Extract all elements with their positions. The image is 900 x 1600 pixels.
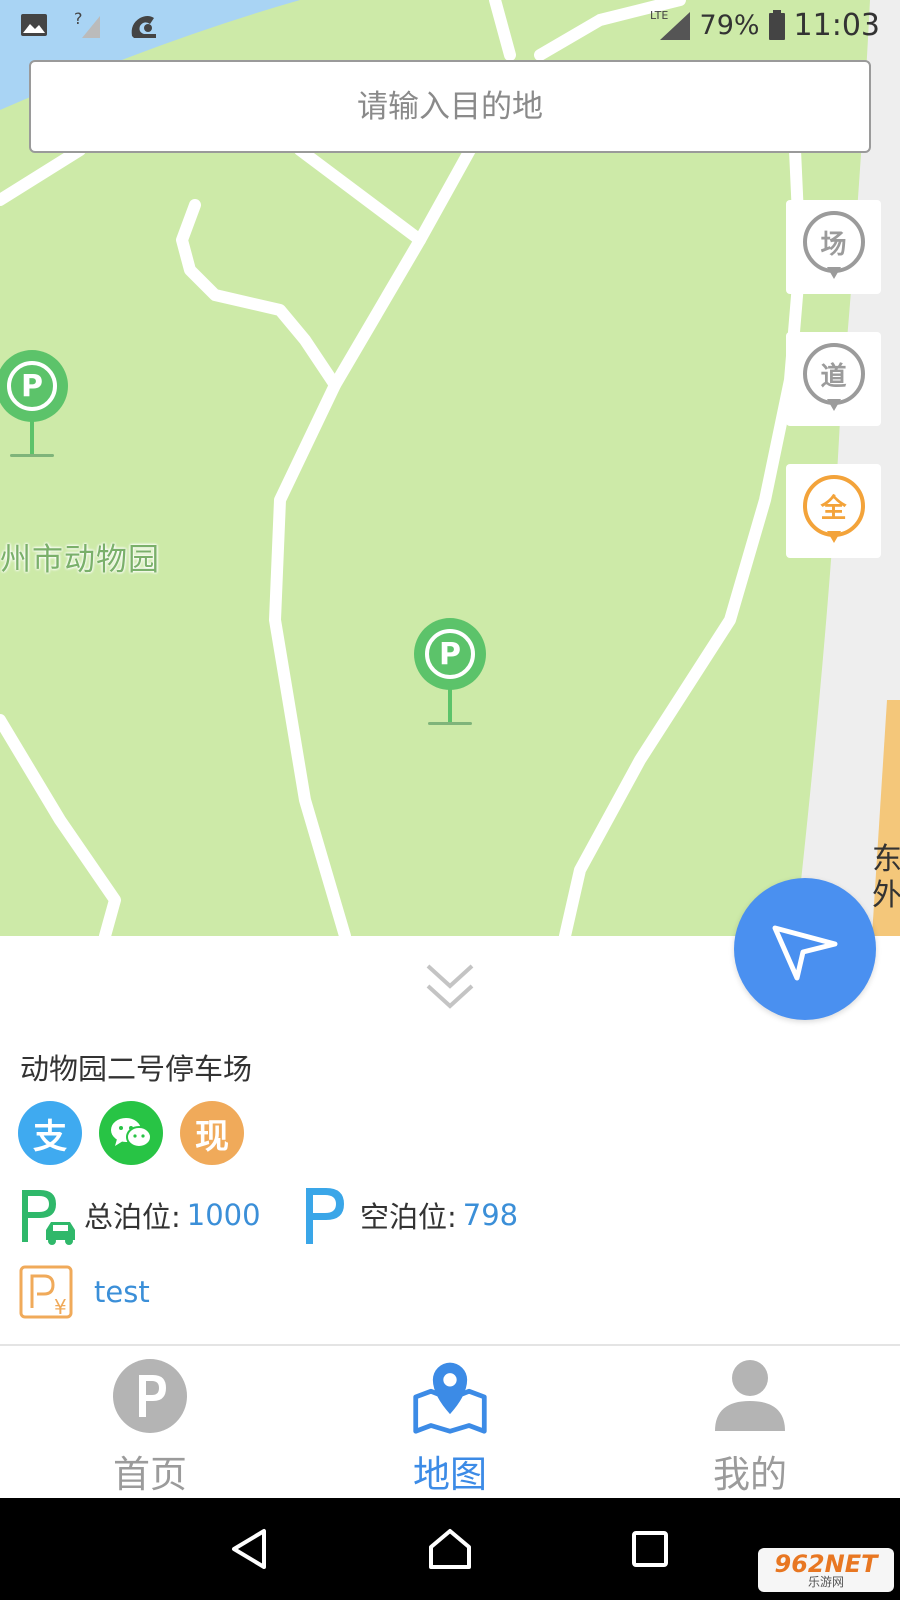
filter-glyph: 场 (802, 211, 865, 273)
price-text: test (94, 1275, 150, 1309)
parking-pin[interactable]: P (0, 350, 68, 460)
parking-car-icon (22, 1190, 75, 1245)
empty-spaces-label: 空泊位: (360, 1200, 457, 1234)
filter-road-button[interactable]: 道 (786, 332, 881, 426)
parking-pin-base (10, 454, 54, 457)
battery-icon (768, 10, 785, 40)
watermark-logo: 962NET 乐游网 (758, 1548, 894, 1592)
filter-all-button[interactable]: 全 (786, 464, 881, 558)
home-button[interactable] (420, 1519, 480, 1579)
status-bar: ? LTE 79% 11:03 (0, 0, 900, 50)
wechat-pay-icon (99, 1101, 163, 1165)
road-label: 东外 (872, 842, 900, 913)
parking-stats: 总泊位: 1000 空泊位: 798 (18, 1180, 878, 1250)
search-input[interactable] (31, 88, 869, 125)
svg-text:¥: ¥ (54, 1295, 67, 1319)
tab-map[interactable]: 地图 (300, 1346, 600, 1498)
recents-button[interactable] (620, 1519, 680, 1579)
svg-text:LTE: LTE (650, 9, 668, 22)
parking-pin[interactable]: P (414, 618, 486, 728)
empty-spaces-value: 798 (462, 1198, 519, 1232)
tab-map-label: 地图 (413, 1453, 487, 1496)
filter-lot-button[interactable]: 场 (786, 200, 881, 294)
battery-percent: 79% (699, 9, 760, 41)
parking-pin-stem (448, 688, 452, 723)
filter-glyph: 全 (802, 475, 865, 537)
parking-fee-icon: ¥ (19, 1265, 73, 1319)
cash-icon: 现 (180, 1101, 244, 1165)
marker-tip (826, 267, 841, 279)
chevron-down-icon[interactable] (420, 960, 480, 1016)
back-triangle-icon (232, 1529, 266, 1569)
parking-pin-base (428, 722, 472, 725)
payment-methods: 支 现 (18, 1101, 244, 1165)
image-icon (21, 14, 47, 36)
home-icon (429, 1529, 471, 1569)
watermark-line1: 962NET (774, 1550, 878, 1578)
tab-home-label: 首页 (113, 1453, 187, 1496)
back-button[interactable] (220, 1519, 280, 1579)
total-spaces-label: 总泊位: (84, 1200, 181, 1234)
total-spaces: 总泊位: 1000 (18, 1180, 261, 1250)
square-icon (632, 1531, 668, 1567)
navigation-arrow-icon (772, 925, 838, 981)
map-pin-icon (410, 1356, 490, 1436)
parking-p-icon (110, 1356, 190, 1436)
no-sim-signal-icon: ? (74, 10, 100, 38)
alipay-icon: 支 (18, 1101, 82, 1165)
marker-tip (826, 399, 841, 411)
locate-button[interactable] (734, 878, 876, 1020)
road-marker-icon: 道 (802, 343, 865, 415)
tab-profile[interactable]: 我的 (600, 1346, 900, 1498)
parking-pin-stem (30, 420, 34, 455)
zoo-label: 州市动物园 (0, 542, 160, 578)
destination-search[interactable] (29, 60, 871, 153)
person-icon (710, 1356, 790, 1436)
parking-lot-name: 动物园二号停车场 (20, 1052, 253, 1086)
marker-tip (826, 531, 841, 543)
parking-p-icon: P (7, 361, 57, 411)
bottom-tab-bar: 首页 地图 我的 (0, 1344, 900, 1498)
parking-p-icon: P (425, 629, 475, 679)
lot-marker-icon: 场 (802, 211, 865, 283)
filter-glyph: 道 (802, 343, 865, 405)
tab-home[interactable]: 首页 (0, 1346, 300, 1498)
watermark-line2: 乐游网 (807, 1575, 844, 1589)
all-marker-icon: 全 (802, 475, 865, 547)
clock: 11:03 (793, 7, 880, 43)
price-info: ¥ test (18, 1264, 150, 1320)
lte-signal-icon: LTE (650, 9, 690, 40)
wechat-bubbles-icon (111, 1118, 152, 1148)
parking-p-icon (306, 1188, 344, 1244)
empty-spaces: 空泊位: 798 (302, 1180, 518, 1250)
svg-text:?: ? (74, 10, 83, 28)
tab-profile-label: 我的 (713, 1453, 787, 1496)
total-spaces-value: 1000 (186, 1198, 261, 1232)
uc-browser-icon (131, 16, 156, 38)
